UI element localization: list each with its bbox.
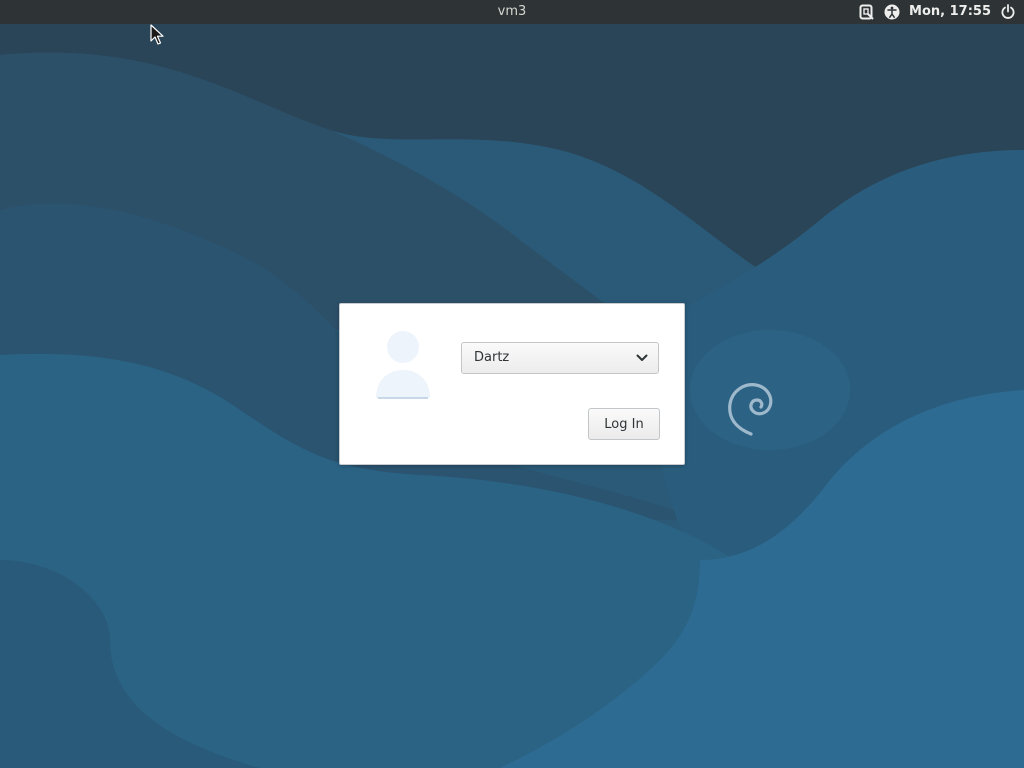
power-icon[interactable] xyxy=(1000,4,1016,20)
user-select-dropdown[interactable]: Dartz xyxy=(461,342,659,374)
log-in-button[interactable]: Log In xyxy=(588,408,660,440)
mouse-pointer-icon xyxy=(150,24,164,45)
debian-swirl-logo xyxy=(728,383,773,436)
login-dialog: Dartz Log In xyxy=(339,303,685,465)
chevron-down-icon xyxy=(636,354,648,361)
panel-indicators: Mon, 17:55 xyxy=(859,0,1016,24)
clock-label[interactable]: Mon, 17:55 xyxy=(909,0,991,24)
login-screen: vm3 Mon, 17:55 Dartz Log In xyxy=(0,0,1024,768)
user-avatar-icon xyxy=(376,331,430,399)
top-panel: vm3 Mon, 17:55 xyxy=(0,0,1024,24)
selected-user-label: Dartz xyxy=(474,350,510,365)
accessibility-icon[interactable] xyxy=(884,4,900,20)
onboard-keyboard-icon[interactable] xyxy=(859,4,875,20)
